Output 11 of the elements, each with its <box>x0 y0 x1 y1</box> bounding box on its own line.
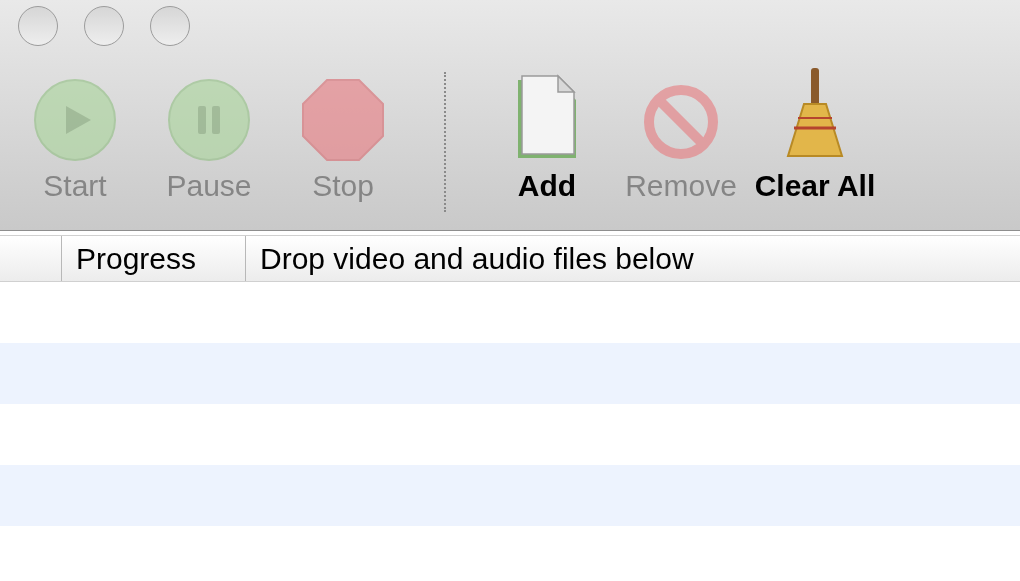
prohibited-icon <box>641 82 721 162</box>
pause-icon <box>167 78 251 162</box>
column-header[interactable]: Progress <box>62 236 246 281</box>
window-control-icon[interactable] <box>18 6 58 46</box>
window-control-icon[interactable] <box>84 6 124 46</box>
stop-icon <box>301 78 385 162</box>
play-icon <box>33 78 117 162</box>
window-control-icon[interactable] <box>150 6 190 46</box>
toolbar-button[interactable]: Clear All <box>748 66 882 206</box>
toolbar-button[interactable]: Add <box>480 66 614 206</box>
column-header[interactable]: Drop video and audio files below <box>246 236 1020 281</box>
